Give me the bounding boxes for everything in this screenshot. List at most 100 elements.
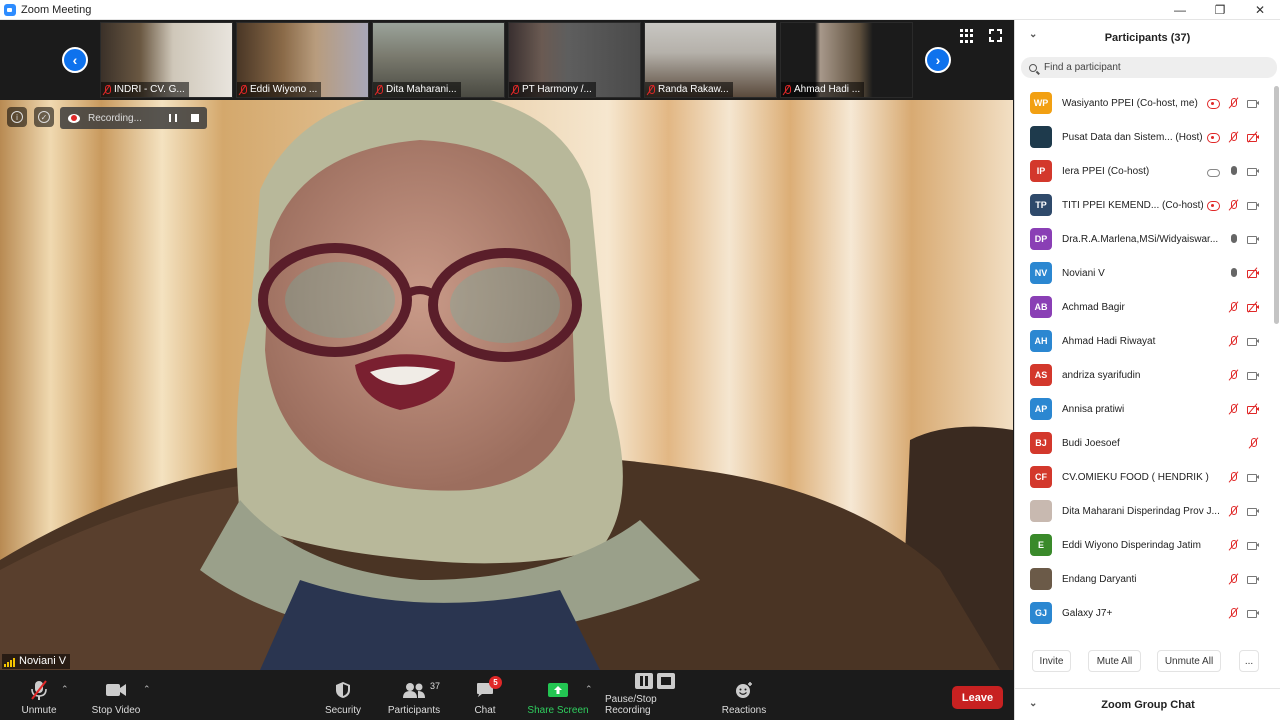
window-title: Zoom Meeting — [21, 3, 92, 16]
reactions-button[interactable]: Reactions — [720, 670, 768, 720]
avatar: AB — [1030, 296, 1052, 318]
video-thumbnail[interactable]: PT Harmony /... — [508, 22, 641, 98]
mic-muted-icon — [239, 84, 247, 95]
participants-button[interactable]: 37 Participants — [385, 670, 443, 720]
more-options-button[interactable]: ... — [1239, 650, 1259, 672]
group-chat-header[interactable]: ⌄ Zoom Group Chat — [1015, 688, 1280, 720]
speaker-name-label: Noviani V — [2, 654, 71, 669]
participant-row[interactable]: GJ Galaxy J7+ — [1015, 596, 1273, 630]
share-screen-button[interactable]: Share Screen — [527, 670, 589, 720]
participant-row[interactable]: DP Dra.R.A.Marlena,MSi/Widyaiswar... — [1015, 222, 1273, 256]
thumbnail-name: Dita Maharani... — [373, 82, 461, 97]
avatar: IP — [1030, 160, 1052, 182]
avatar — [1030, 126, 1052, 148]
stop-recording-icon[interactable] — [191, 114, 199, 122]
mic-icon — [1227, 233, 1239, 245]
invite-button[interactable]: Invite — [1032, 650, 1071, 672]
expand-chevron-icon[interactable]: ⌄ — [1029, 698, 1037, 709]
recording-indicator: Recording... — [60, 107, 207, 129]
video-thumbnail[interactable]: Ahmad Hadi ... — [780, 22, 913, 98]
participant-search-input[interactable]: Find a participant — [1021, 57, 1277, 78]
participant-name: Eddi Wiyono Disperindag Jatim — [1062, 539, 1201, 551]
participant-name: Pusat Data dan Sistem... (Host) — [1062, 131, 1203, 143]
collapse-chevron-icon[interactable]: ⌄ — [1029, 29, 1037, 40]
mic-muted-icon — [1227, 199, 1239, 211]
participant-status-icons — [1227, 301, 1259, 313]
shield-icon[interactable]: ✓ — [34, 107, 54, 127]
next-page-button[interactable]: › — [925, 47, 951, 73]
speaker-video-frame — [0, 100, 1013, 670]
minimize-button[interactable]: — — [1160, 0, 1200, 20]
participant-row[interactable]: Pusat Data dan Sistem... (Host) — [1015, 120, 1273, 154]
participant-row[interactable]: NV Noviani V — [1015, 256, 1273, 290]
pause-stop-recording-button[interactable]: Pause/Stop Recording — [605, 670, 705, 720]
participant-row[interactable]: WP Wasiyanto PPEI (Co-host, me) — [1015, 86, 1273, 120]
mic-muted-icon — [1227, 335, 1239, 347]
leave-button[interactable]: Leave — [952, 686, 1003, 709]
participant-row[interactable]: CF CV.OMIEKU FOOD ( HENDRIK ) — [1015, 460, 1273, 494]
recording-icon — [1207, 199, 1220, 211]
close-button[interactable]: ✕ — [1240, 0, 1280, 20]
avatar: AH — [1030, 330, 1052, 352]
stop-video-button[interactable]: Stop Video — [88, 670, 144, 720]
fullscreen-icon[interactable] — [988, 28, 1003, 43]
participant-name: Ahmad Hadi Riwayat — [1062, 335, 1156, 347]
mic-muted-icon — [1227, 607, 1239, 619]
mic-muted-icon — [1227, 573, 1239, 585]
participant-status-icons — [1227, 505, 1259, 517]
participant-row[interactable]: AH Ahmad Hadi Riwayat — [1015, 324, 1273, 358]
video-thumbnail[interactable]: Eddi Wiyono ... — [236, 22, 369, 98]
mic-muted-icon — [1227, 131, 1239, 143]
mute-all-button[interactable]: Mute All — [1088, 650, 1141, 672]
participant-row[interactable]: IP Iera PPEI (Co-host) — [1015, 154, 1273, 188]
security-shield-icon — [335, 678, 351, 702]
video-camera-icon — [1247, 335, 1259, 347]
participant-status-icons — [1247, 437, 1259, 449]
video-thumbnail[interactable]: INDRI - CV. G... — [100, 22, 233, 98]
unmute-button[interactable]: Unmute — [18, 670, 60, 720]
info-icon[interactable]: i — [7, 107, 27, 127]
participant-status-icons — [1227, 607, 1259, 619]
mic-muted-icon — [647, 84, 655, 95]
participant-row[interactable]: AB Achmad Bagir — [1015, 290, 1273, 324]
participants-header: ⌄ Participants (37) — [1015, 20, 1280, 55]
participant-row[interactable]: E Eddi Wiyono Disperindag Jatim — [1015, 528, 1273, 562]
participant-row[interactable]: TP TITI PPEI KEMEND... (Co-host) — [1015, 188, 1273, 222]
participant-row[interactable]: BJ Budi Joesoef — [1015, 426, 1273, 460]
unmute-all-button[interactable]: Unmute All — [1157, 650, 1221, 672]
video-camera-icon — [105, 678, 127, 702]
maximize-button[interactable]: ❐ — [1200, 0, 1240, 20]
thumbnail-name: Ahmad Hadi ... — [781, 82, 865, 97]
avatar: NV — [1030, 262, 1052, 284]
participant-row[interactable]: Dita Maharani Disperindag Prov J... — [1015, 494, 1273, 528]
audio-options-caret[interactable]: ⌃ — [61, 684, 69, 695]
participants-list: WP Wasiyanto PPEI (Co-host, me) Pusat Data… — [1015, 86, 1273, 636]
gallery-view-icon[interactable] — [960, 29, 974, 43]
pause-recording-icon[interactable] — [169, 114, 177, 122]
thumbnail-name: Randa Rakaw... — [645, 82, 733, 97]
participants-count: 37 — [430, 681, 441, 691]
meeting-toolbar: Unmute ⌃ Stop Video ⌃ Security 37 Partic… — [0, 670, 1013, 720]
participant-row[interactable]: AP Annisa pratiwi — [1015, 392, 1273, 426]
chat-button[interactable]: 5 Chat — [470, 670, 502, 720]
mic-muted-icon — [1247, 437, 1259, 449]
participant-row[interactable] — [1015, 630, 1273, 636]
video-thumbnail[interactable]: Dita Maharani... — [372, 22, 505, 98]
security-button[interactable]: Security — [322, 670, 364, 720]
mic-muted-icon — [1227, 301, 1239, 313]
share-options-caret[interactable]: ⌃ — [585, 684, 593, 695]
video-thumbnail[interactable]: Randa Rakaw... — [644, 22, 777, 98]
meeting-info-icons: i ✓ — [7, 107, 54, 127]
mic-muted-icon — [1227, 97, 1239, 109]
video-options-caret[interactable]: ⌃ — [143, 684, 151, 695]
participant-row[interactable]: AS andriza syarifudin — [1015, 358, 1273, 392]
video-off-icon — [1247, 131, 1259, 143]
video-camera-icon — [1247, 199, 1259, 211]
previous-page-button[interactable]: ‹ — [62, 47, 88, 73]
video-camera-icon — [1247, 233, 1259, 245]
participant-status-icons — [1227, 471, 1259, 483]
participant-row[interactable]: Endang Daryanti — [1015, 562, 1273, 596]
video-camera-icon — [1247, 471, 1259, 483]
participants-scrollbar[interactable] — [1273, 86, 1279, 636]
avatar: E — [1030, 534, 1052, 556]
